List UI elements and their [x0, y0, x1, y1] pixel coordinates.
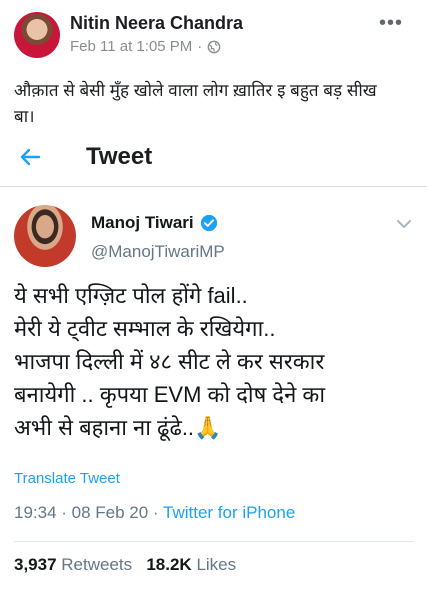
retweets-label[interactable]: Retweets: [61, 555, 132, 574]
likes-count[interactable]: 18.2K: [146, 555, 191, 574]
post-text-line: औक़ात से बेसी मुँह खोले वाला लोग ख़ातिर …: [14, 81, 377, 100]
post-meta: Feb 11 at 1:05 PM ·: [70, 38, 221, 55]
back-arrow-icon[interactable]: [18, 145, 42, 169]
retweets-count[interactable]: 3,937: [14, 555, 57, 574]
tweet-text-line: ये सभी एग्ज़िट पोल होंगे fail..: [14, 283, 248, 308]
likes-label[interactable]: Likes: [196, 555, 236, 574]
author-avatar[interactable]: [14, 12, 60, 58]
tweet-author-handle[interactable]: @ManojTiwariMP: [91, 242, 225, 262]
facebook-post: Nitin Neera Chandra Feb 11 at 1:05 PM · …: [0, 0, 427, 600]
globe-icon: [207, 40, 221, 53]
tweet-text-line: बनायेगी .. कृपया EVM को दोष देने का: [14, 382, 326, 407]
post-text-line: बा।: [14, 107, 35, 126]
divider: [0, 186, 427, 187]
more-options-icon[interactable]: •••: [379, 13, 403, 33]
meta-separator: ·: [197, 38, 203, 55]
post-header: Nitin Neera Chandra Feb 11 at 1:05 PM · …: [0, 0, 427, 68]
tweet-screenshot: Tweet Manoj Tiwari @ManojTiwariMP ये सभी…: [0, 135, 427, 600]
tweet-text-line: भाजपा दिल्ली में ४८ सीट ले कर सरकार: [14, 349, 325, 374]
tweet-source-link[interactable]: Twitter for iPhone: [163, 503, 295, 522]
tweet-stats: 3,937 Retweets 18.2K Likes: [14, 555, 236, 575]
tweet-author-avatar[interactable]: [14, 205, 76, 267]
tweet-page-title: Tweet: [86, 143, 153, 170]
post-text: औक़ात से बेसी मुँह खोले वाला लोग ख़ातिर …: [14, 78, 418, 130]
divider: [14, 541, 414, 542]
tweet-timestamp: 19:34 · 08 Feb 20 · Twitter for iPhone: [14, 503, 295, 523]
author-name[interactable]: Nitin Neera Chandra: [70, 13, 243, 34]
chevron-down-icon[interactable]: [397, 219, 411, 229]
tweet-text-line: मेरी ये ट्वीट सम्भाल के रखियेगा..: [14, 316, 276, 341]
tweet-author-name-row: Manoj Tiwari: [91, 213, 218, 233]
tweet-time-text: 19:34 · 08 Feb 20 ·: [14, 503, 164, 522]
tweet-author-name[interactable]: Manoj Tiwari: [91, 213, 194, 233]
translate-tweet-link[interactable]: Translate Tweet: [14, 470, 120, 487]
tweet-text-line: अभी से बहाना ना ढूंढे..🙏: [14, 415, 222, 440]
verified-badge-icon: [200, 214, 217, 232]
tweet-topbar: Tweet: [0, 135, 427, 183]
post-timestamp[interactable]: Feb 11 at 1:05 PM: [70, 38, 192, 55]
tweet-text: ये सभी एग्ज़िट पोल होंगे fail.. मेरी ये …: [14, 279, 414, 444]
